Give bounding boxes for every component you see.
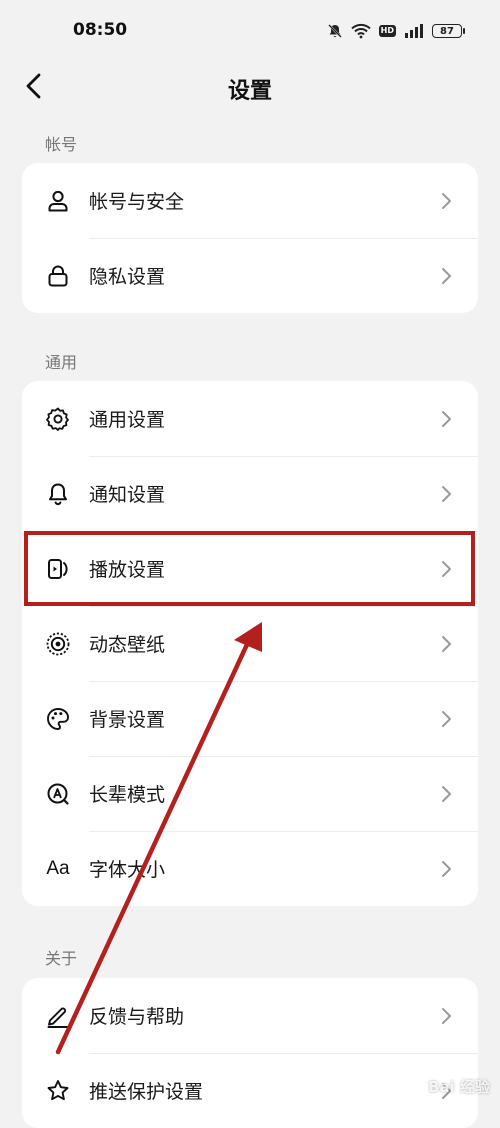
feedback-help-item[interactable]: 反馈与帮助 [22,978,478,1053]
notification-settings-label: 通知设置 [89,484,166,506]
mute-bell-icon [327,24,342,38]
chevron-right-icon [442,560,451,577]
section-header-general: 通用 [45,353,78,372]
push-protection-item[interactable]: 推送保护设置 [22,1053,478,1128]
live-wallpaper-label: 动态壁纸 [89,634,166,656]
live-wallpaper-icon [44,630,72,658]
star-icon [44,1077,72,1105]
chevron-right-icon [442,710,451,727]
chevron-right-icon [442,635,451,652]
feedback-help-label: 反馈与帮助 [89,1006,185,1028]
account-card: 帐号与安全 隐私设置 [22,163,478,313]
signal-icon [405,24,423,38]
battery-indicator: 87 [432,24,465,38]
font-size-icon-text: Aa [46,857,70,879]
status-time: 08:50 [73,20,128,40]
background-settings-item[interactable]: 背景设置 [22,681,478,756]
hd-badge: HD [378,25,396,37]
elder-mode-icon [44,780,72,808]
chevron-right-icon [442,785,451,802]
chevron-right-icon [442,860,451,877]
push-protection-label: 推送保护设置 [89,1081,204,1103]
playback-settings-item[interactable]: 播放设置 [22,531,478,606]
background-settings-label: 背景设置 [89,709,166,731]
elder-mode-label: 长辈模式 [89,784,166,806]
font-size-item[interactable]: Aa 字体大小 [22,831,478,906]
notification-settings-item[interactable]: 通知设置 [22,456,478,531]
lock-icon [44,262,72,290]
nav-bar: 设置 [0,62,500,112]
section-header-account: 帐号 [45,135,78,154]
pencil-icon [44,1002,72,1030]
page-title: 设置 [227,79,272,104]
about-card: 反馈与帮助 推送保护设置 [22,978,478,1128]
general-settings-item[interactable]: 通用设置 [22,381,478,456]
status-icons: HD 87 [327,21,465,41]
person-icon [44,187,72,215]
status-bar: 08:50 HD 87 [0,0,500,62]
font-size-label: 字体大小 [89,859,166,881]
privacy-settings-label: 隐私设置 [89,266,166,288]
bell-icon [44,480,72,508]
general-settings-label: 通用设置 [89,409,166,431]
elder-mode-item[interactable]: 长辈模式 [22,756,478,831]
general-card: 通用设置 通知设置 播放设置 动态壁纸 背景设置 长辈模式 Aa 字体大小 [22,381,478,906]
font-size-icon: Aa [44,855,72,883]
play-device-icon [44,555,72,583]
account-security-label: 帐号与安全 [89,191,185,213]
chevron-right-icon [442,485,451,502]
wifi-icon [350,23,371,39]
section-header-about: 关于 [45,949,78,968]
chevron-right-icon [442,1007,451,1024]
account-security-item[interactable]: 帐号与安全 [22,163,478,238]
palette-icon [44,705,72,733]
privacy-settings-item[interactable]: 隐私设置 [22,238,478,313]
live-wallpaper-item[interactable]: 动态壁纸 [22,606,478,681]
watermark: Bai 经验 [428,1078,490,1096]
chevron-right-icon [442,267,451,284]
gear-icon [44,405,72,433]
chevron-right-icon [442,192,451,209]
playback-settings-label: 播放设置 [89,559,166,581]
chevron-right-icon [442,410,451,427]
